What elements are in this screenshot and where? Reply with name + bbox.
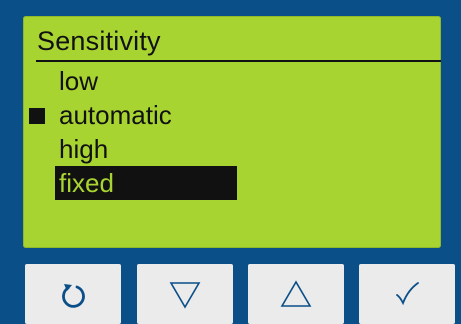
- title-divider: [36, 60, 441, 62]
- screen-title: Sensitivity: [37, 26, 161, 56]
- option-automatic[interactable]: automatic: [29, 98, 237, 132]
- option-low[interactable]: low: [55, 64, 237, 98]
- confirm-button[interactable]: [359, 264, 455, 324]
- lcd-screen: Sensitivity low automatic high fixed: [23, 16, 441, 248]
- triangle-down-icon: [167, 278, 203, 310]
- rotate-ccw-icon: [60, 279, 86, 309]
- button-bar: [25, 264, 461, 324]
- selected-marker-icon: [29, 108, 45, 124]
- triangle-up-icon: [278, 278, 314, 310]
- sensitivity-options: low automatic high fixed: [29, 64, 245, 200]
- option-label: low: [59, 66, 99, 96]
- down-button[interactable]: [137, 264, 233, 324]
- option-label: automatic: [59, 100, 172, 130]
- option-label: high: [59, 134, 109, 164]
- checkmark-icon: [391, 278, 423, 310]
- option-label: fixed: [59, 168, 114, 198]
- up-button[interactable]: [248, 264, 344, 324]
- option-fixed[interactable]: fixed: [55, 166, 237, 200]
- back-button[interactable]: [25, 264, 121, 324]
- device-frame: Sensitivity low automatic high fixed: [0, 0, 461, 324]
- option-high[interactable]: high: [55, 132, 237, 166]
